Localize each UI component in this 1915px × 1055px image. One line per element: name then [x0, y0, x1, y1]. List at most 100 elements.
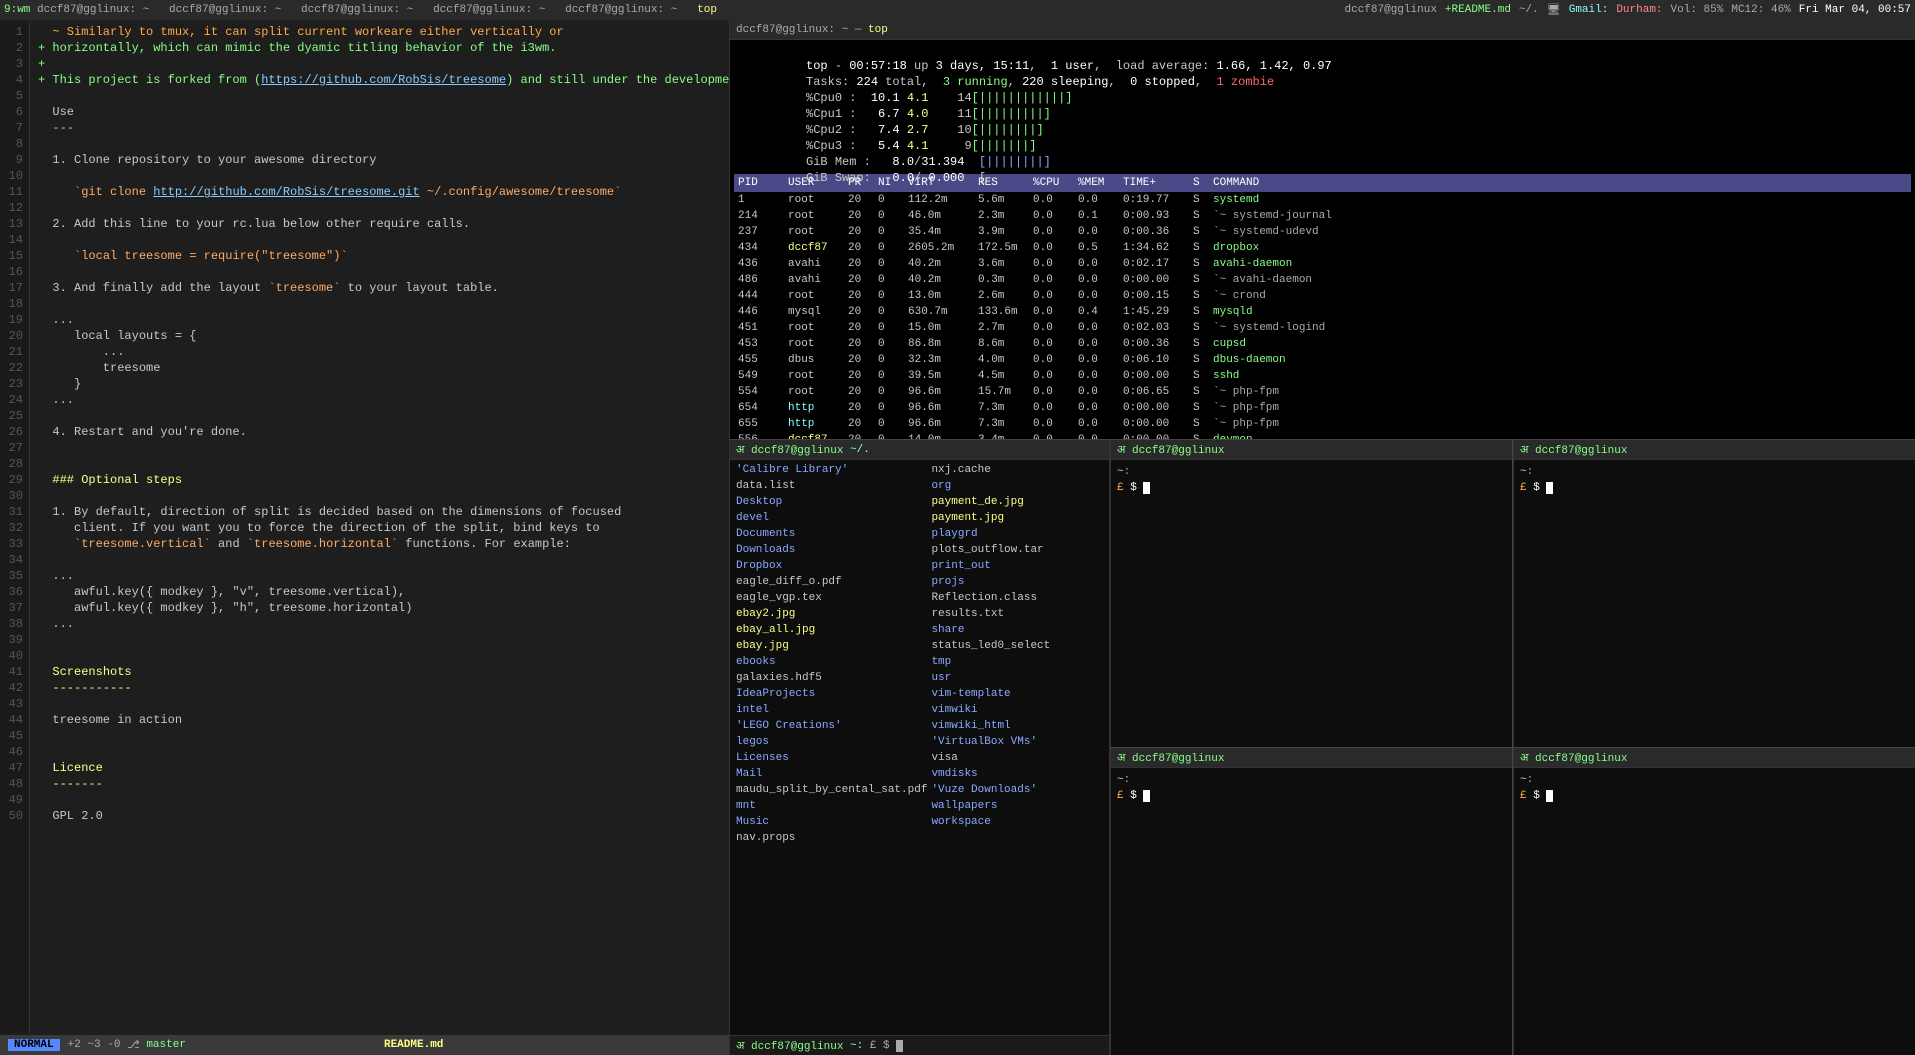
proc-ni: 0 [874, 240, 904, 256]
terminal-pane-2: अ dccf87@gglinux ~: £ $ [1513, 440, 1915, 747]
file-item[interactable]: ebay.jpg [734, 638, 929, 654]
file-item[interactable]: maudu_split_by_cental_sat.pdf [734, 782, 929, 798]
editor-line [38, 88, 729, 104]
file-item[interactable]: mnt [734, 798, 929, 814]
editor-line: 1. Clone repository to your awesome dire… [38, 152, 729, 168]
proc-ni: 0 [874, 400, 904, 416]
proc-user: avahi [784, 272, 844, 288]
proc-mem: 0.0 [1074, 384, 1119, 400]
file-item[interactable]: ebay2.jpg [734, 606, 929, 622]
tb-mc12: MC12: 46% [1731, 4, 1790, 16]
proc-mem: 0.0 [1074, 368, 1119, 384]
file-item[interactable]: usr [929, 670, 1105, 686]
file-item[interactable]: galaxies.hdf5 [734, 670, 929, 686]
file-item[interactable]: results.txt [929, 606, 1105, 622]
file-item[interactable]: 'Calibre Library' [734, 462, 929, 478]
proc-user: dccf87 [784, 432, 844, 439]
file-item[interactable]: legos [734, 734, 929, 750]
top-bar: 9:wm dccf87@gglinux: ~ dccf87@gglinux: ~… [0, 0, 1915, 20]
file-item[interactable]: ebooks [734, 654, 929, 670]
file-col-left: 'Calibre Library'data.listDesktopdevelDo… [734, 462, 929, 1033]
file-list[interactable]: 'Calibre Library'data.listDesktopdevelDo… [730, 460, 1109, 1035]
file-item[interactable]: org [929, 478, 1105, 494]
term-content-3[interactable]: ~: £ $ [1111, 768, 1512, 1055]
editor-content[interactable]: 12345 678910 1112131415 1617181920 21222… [0, 20, 729, 1035]
file-item[interactable]: share [929, 622, 1105, 638]
editor-line [38, 696, 729, 712]
file-item[interactable]: print_out [929, 558, 1105, 574]
editor-line: 4. Restart and you're done. [38, 424, 729, 440]
file-item[interactable]: Dropbox [734, 558, 929, 574]
file-item[interactable]: data.list [734, 478, 929, 494]
terminal-pane-1: अ dccf87@gglinux ~: £ $ [1110, 440, 1512, 747]
file-item[interactable]: workspace [929, 814, 1105, 830]
fb-dir: ~/. [843, 444, 869, 456]
file-item[interactable]: Licenses [734, 750, 929, 766]
file-item[interactable]: visa [929, 750, 1105, 766]
proc-cmd: sshd [1209, 368, 1911, 384]
proc-mem: 0.5 [1074, 240, 1119, 256]
proc-cmd: dbus-daemon [1209, 352, 1911, 368]
file-item[interactable]: Music [734, 814, 929, 830]
file-item[interactable]: Documents [734, 526, 929, 542]
file-item[interactable]: Reflection.class [929, 590, 1105, 606]
proc-pr: 20 [844, 256, 874, 272]
proc-ni: 0 [874, 224, 904, 240]
term-content-2[interactable]: ~: £ $ [1514, 460, 1915, 747]
file-item[interactable]: Downloads [734, 542, 929, 558]
proc-pr: 20 [844, 192, 874, 208]
file-item[interactable]: playgrd [929, 526, 1105, 542]
file-item[interactable]: 'LEGO Creations' [734, 718, 929, 734]
file-item[interactable]: status_led0_select [929, 638, 1105, 654]
term-content-4[interactable]: ~: £ $ [1514, 768, 1915, 1055]
proc-time: 0:00.15 [1119, 288, 1189, 304]
editor-line [38, 488, 729, 504]
file-item[interactable]: IdeaProjects [734, 686, 929, 702]
term-content-1[interactable]: ~: £ $ [1111, 460, 1512, 747]
file-item[interactable]: 'Vuze Downloads' [929, 782, 1105, 798]
proc-ni: 0 [874, 352, 904, 368]
proc-cpu: 0.0 [1029, 352, 1074, 368]
file-item[interactable]: devel [734, 510, 929, 526]
file-item[interactable]: eagle_diff_o.pdf [734, 574, 929, 590]
file-item[interactable]: nxj.cache [929, 462, 1105, 478]
col-header-mem: %MEM [1074, 174, 1119, 192]
proc-s: S [1189, 432, 1209, 439]
file-item[interactable]: payment_de.jpg [929, 494, 1105, 510]
file-item[interactable]: nav.props [734, 830, 929, 846]
proc-cmd: `~ php-fpm [1209, 384, 1911, 400]
editor-text[interactable]: ~ Similarly to tmux, it can split curren… [30, 22, 729, 1033]
file-item[interactable]: Desktop [734, 494, 929, 510]
proc-time: 0:02.17 [1119, 256, 1189, 272]
file-item[interactable]: intel [734, 702, 929, 718]
tb-seg-1: 9:wm dccf87@gglinux: ~ dccf87@gglinux: ~… [4, 4, 717, 16]
proc-mem: 0.0 [1074, 416, 1119, 432]
file-item[interactable]: vim-template [929, 686, 1105, 702]
file-item[interactable]: 'VirtualBox VMs' [929, 734, 1105, 750]
proc-res: 172.5m [974, 240, 1029, 256]
file-item[interactable]: payment.jpg [929, 510, 1105, 526]
file-item[interactable]: vmdisks [929, 766, 1105, 782]
editor-line: local layouts = { [38, 328, 729, 344]
file-item[interactable]: Mail [734, 766, 929, 782]
editor-line [38, 296, 729, 312]
file-item[interactable]: vimwiki_html [929, 718, 1105, 734]
proc-user: dccf87 [784, 240, 844, 256]
proc-res: 8.6m [974, 336, 1029, 352]
editor-line [38, 408, 729, 424]
process-row: 654 http 20 0 96.6m 7.3m 0.0 0.0 0:00.00… [734, 400, 1911, 416]
file-item[interactable]: plots_outflow.tar [929, 542, 1105, 558]
fb-footer-cmd: £ $ [863, 1040, 896, 1052]
file-item[interactable]: eagle_vgp.tex [734, 590, 929, 606]
proc-s: S [1189, 352, 1209, 368]
file-item[interactable]: vimwiki [929, 702, 1105, 718]
file-item[interactable]: projs [929, 574, 1105, 590]
proc-pid: 486 [734, 272, 784, 288]
top-content[interactable]: top - 00:57:18 up 3 days, 15:11, 1 user,… [730, 40, 1915, 439]
file-item[interactable]: wallpapers [929, 798, 1105, 814]
file-item[interactable]: ebay_all.jpg [734, 622, 929, 638]
proc-s: S [1189, 272, 1209, 288]
file-item[interactable]: tmp [929, 654, 1105, 670]
process-row: 451 root 20 0 15.0m 2.7m 0.0 0.0 0:02.03… [734, 320, 1911, 336]
proc-mem: 0.0 [1074, 272, 1119, 288]
